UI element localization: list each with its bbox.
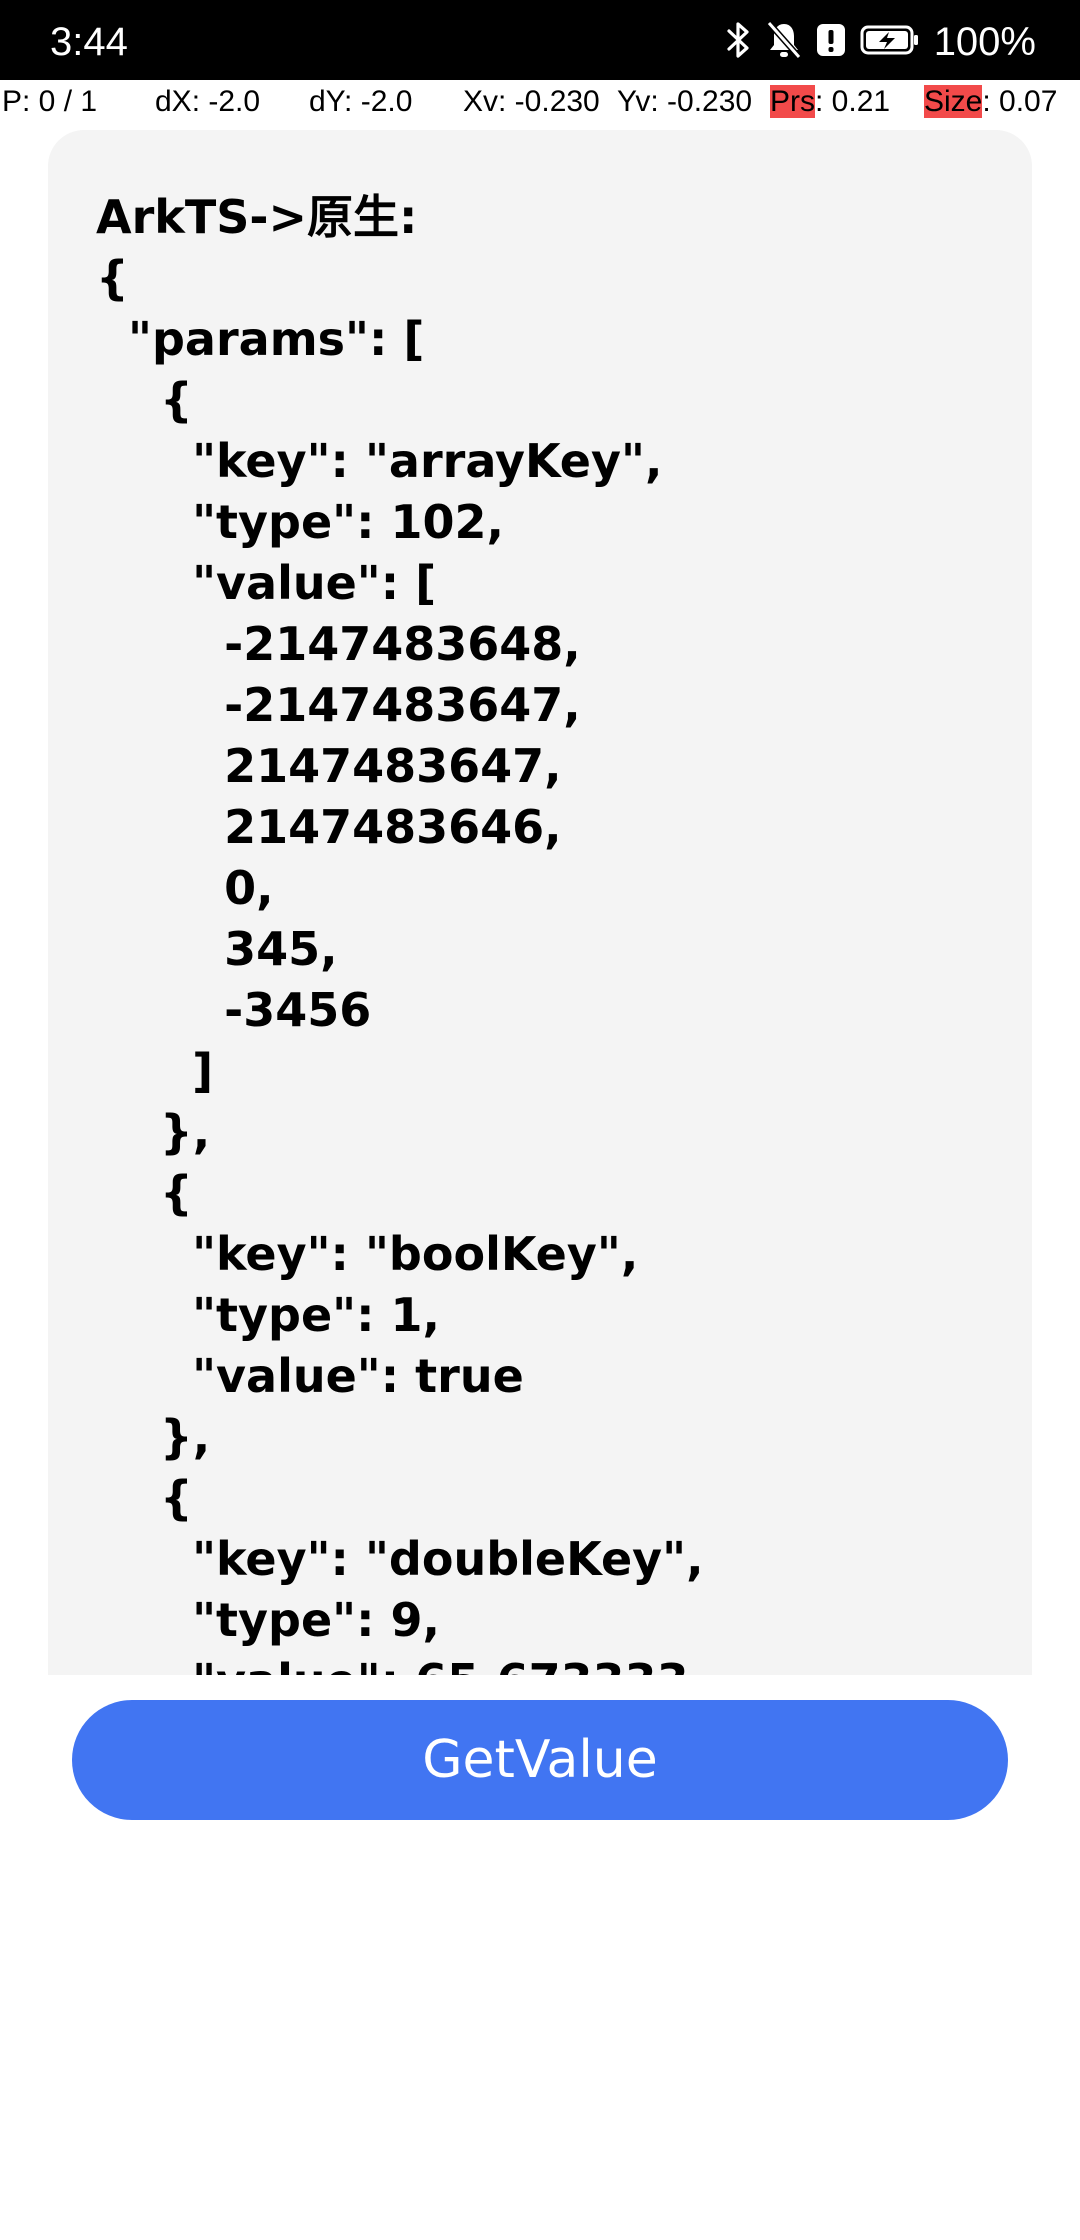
alert-icon [816, 20, 846, 64]
battery-charging-icon [860, 20, 920, 64]
pointer-size-value: : 0.07 [982, 85, 1058, 118]
status-bar: 3:44 100% [0, 0, 1080, 80]
bell-muted-icon [766, 20, 802, 64]
pointer-xv: Xv: -0.230 [463, 85, 600, 118]
pointer-count: P: 0 / 1 [2, 85, 98, 118]
pointer-size-label: Size [924, 85, 983, 118]
code-output-card[interactable]: ArkTS->原生: { "params": [ { "key": "array… [48, 130, 1032, 1675]
pointer-pressure-label: Prs [770, 85, 815, 118]
status-icons: 100% [726, 16, 1036, 68]
pointer-yv: Yv: -0.230 [617, 85, 753, 118]
status-time: 3:44 [50, 20, 128, 64]
pointer-dx: dX: -2.0 [155, 85, 261, 118]
pointer-pressure-value: : 0.21 [815, 85, 891, 118]
pointer-dy: dY: -2.0 [309, 85, 413, 118]
battery-percentage: 100% [933, 20, 1036, 64]
get-value-button[interactable]: GetValue [72, 1700, 1008, 1820]
pointer-size: Size: 0.07 [924, 80, 1057, 124]
code-output-text: ArkTS->原生: { "params": [ { "key": "array… [96, 190, 704, 1675]
pointer-location-bar: P: 0 / 1 dX: -2.0 dY: -2.0 Xv: -0.230 Yv… [0, 80, 1080, 124]
pointer-pressure: Prs: 0.21 [770, 80, 890, 124]
bluetooth-icon [726, 20, 752, 64]
